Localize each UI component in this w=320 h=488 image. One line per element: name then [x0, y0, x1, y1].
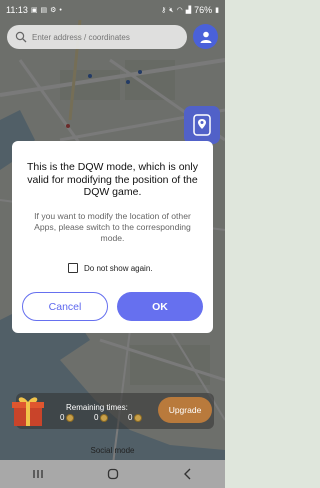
settings-notification-icon: ⚙: [50, 6, 57, 14]
recent-apps-button[interactable]: [28, 466, 48, 482]
search-bar[interactable]: [7, 25, 187, 49]
mode-label[interactable]: Social mode: [0, 446, 225, 455]
dot-icon: •: [59, 6, 62, 14]
dialog-message: If you want to modify the location of ot…: [34, 211, 191, 243]
system-nav-bar: [0, 460, 225, 488]
search-icon: [15, 31, 27, 43]
back-button[interactable]: [178, 466, 198, 482]
image-notification-icon: ▣: [30, 6, 38, 14]
home-button[interactable]: [103, 466, 123, 482]
do-not-show-label[interactable]: Do not show again.: [84, 264, 153, 273]
location-pin-icon: [193, 114, 211, 136]
signal-icon: ▟: [185, 6, 192, 14]
search-input[interactable]: [32, 32, 172, 42]
status-bar: 11:13 ▣ ▤ ⚙ • ⚷ 🔇︎ ◠ ▟ 76% ▮: [0, 0, 225, 20]
mute-icon: 🔇︎: [169, 6, 174, 14]
gallery-notification-icon: ▤: [40, 6, 48, 14]
wifi-icon: ◠: [176, 6, 183, 14]
do-not-show-checkbox[interactable]: [68, 263, 78, 273]
home-icon: [107, 468, 118, 480]
gift-icon: [12, 397, 44, 426]
status-time: 11:13: [6, 5, 28, 15]
recent-apps-icon: [32, 470, 43, 478]
counter-item: 0: [60, 413, 75, 422]
upgrade-button[interactable]: Upgrade: [158, 397, 212, 423]
cancel-button[interactable]: Cancel: [22, 292, 108, 321]
vpn-key-icon: ⚷: [161, 6, 167, 14]
profile-button[interactable]: [193, 24, 218, 49]
location-mode-button[interactable]: [184, 106, 220, 144]
battery-percent: 76%: [194, 5, 213, 15]
counter-value: 0: [60, 413, 65, 422]
coin-icon: [134, 413, 143, 422]
do-not-show-row[interactable]: Do not show again.: [68, 263, 153, 273]
coin-icon: [100, 413, 109, 422]
back-icon: [183, 468, 190, 480]
counter-value: 0: [94, 413, 99, 422]
coin-icon: [66, 413, 75, 422]
dqw-mode-dialog: This is the DQW mode, which is only vali…: [12, 141, 213, 333]
counter-item: 0: [94, 413, 109, 422]
dialog-title: This is the DQW mode, which is only vali…: [27, 161, 198, 198]
counter-value: 0: [128, 413, 133, 422]
ok-button[interactable]: OK: [117, 292, 203, 321]
battery-icon: ▮: [215, 6, 219, 14]
counter-item: 0: [128, 413, 143, 422]
profile-icon: [200, 31, 211, 43]
remaining-times-label: Remaining times:: [66, 403, 128, 412]
